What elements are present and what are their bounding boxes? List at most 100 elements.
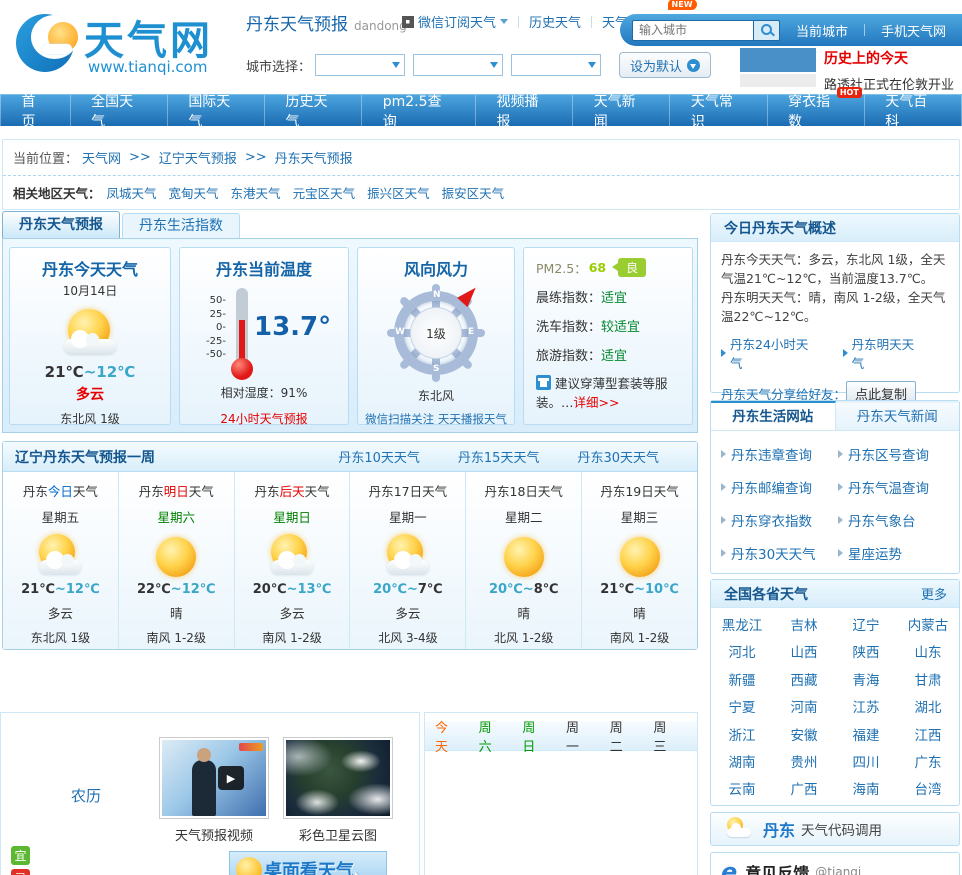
province-link[interactable]: 河南 bbox=[773, 695, 835, 722]
related-link[interactable]: 宽甸天气 bbox=[169, 183, 219, 202]
life-link[interactable]: 丹东气象台 bbox=[838, 503, 955, 536]
life-link[interactable]: 丹东邮编查询 bbox=[721, 470, 838, 503]
breadcrumb-province[interactable]: 辽宁天气预报 bbox=[159, 148, 237, 167]
nav-item-video[interactable]: 视频播报 bbox=[474, 94, 572, 130]
province-link[interactable]: 内蒙古 bbox=[897, 613, 959, 640]
day-tab-mon[interactable]: 周一 bbox=[566, 717, 588, 755]
day-tab-tue[interactable]: 周二 bbox=[610, 717, 632, 755]
history-weather-link[interactable]: 历史天气 bbox=[529, 12, 581, 31]
tianqi-logo-icon[interactable] bbox=[16, 14, 78, 74]
forecast-day-0[interactable]: 丹东今日天气 星期五 21℃~12℃ 多云 东北风 1级 bbox=[3, 472, 118, 649]
day-tab-today[interactable]: 今天 bbox=[435, 717, 457, 755]
province-link[interactable]: 河北 bbox=[711, 640, 773, 667]
life-link[interactable]: 丹东穿衣指数 bbox=[721, 503, 838, 536]
play-icon[interactable] bbox=[218, 766, 244, 790]
forecast-day-1[interactable]: 丹东明日天气 星期六 22℃~12℃ 晴 南风 1-2级 bbox=[117, 472, 234, 649]
life-link[interactable]: 星座运势 bbox=[838, 536, 955, 569]
province-link[interactable]: 黑龙江 bbox=[711, 613, 773, 640]
related-link[interactable]: 元宝区天气 bbox=[293, 183, 356, 202]
tab-weather-news[interactable]: 丹东天气新闻 bbox=[835, 401, 959, 430]
day-tab-wed[interactable]: 周三 bbox=[653, 717, 675, 755]
province-link[interactable]: 福建 bbox=[835, 723, 897, 750]
forecast-day-4[interactable]: 丹东18日天气 星期二 20℃~8℃ 晴 北风 1-2级 bbox=[465, 472, 582, 649]
nav-item-news[interactable]: 天气新闻 bbox=[572, 94, 669, 130]
forecast-10day-link[interactable]: 丹东10天天气 bbox=[338, 447, 420, 466]
province-link[interactable]: 海南 bbox=[835, 777, 897, 804]
province-link[interactable]: 吉林 bbox=[773, 613, 835, 640]
tab-life-index[interactable]: 丹东生活指数 bbox=[122, 213, 240, 238]
detail-link[interactable]: 详细>> bbox=[574, 395, 620, 410]
nav-item-home[interactable]: 首页 bbox=[0, 94, 70, 130]
tomorrow-link[interactable]: 丹东明天天气 bbox=[842, 334, 923, 372]
life-link[interactable]: 丹东30天天气 bbox=[721, 536, 838, 569]
province-link[interactable]: 浙江 bbox=[711, 723, 773, 750]
nav-item-international[interactable]: 国际天气 bbox=[166, 94, 264, 130]
feedback-bar[interactable]: e 意见反馈 @tianqi bbox=[710, 852, 960, 875]
province-link[interactable]: 广东 bbox=[897, 750, 959, 777]
district-select[interactable] bbox=[511, 54, 602, 76]
province-link[interactable]: 辽宁 bbox=[835, 613, 897, 640]
day-tab-sun[interactable]: 周日 bbox=[522, 717, 544, 755]
province-select[interactable] bbox=[315, 54, 406, 76]
tab-life-sites[interactable]: 丹东生活网站 bbox=[711, 401, 836, 430]
lunar-calendar-link[interactable]: 农历 bbox=[71, 785, 101, 806]
province-link[interactable]: 湖南 bbox=[711, 750, 773, 777]
province-link[interactable]: 宁夏 bbox=[711, 695, 773, 722]
wechat-subscribe-link[interactable]: 微信订阅天气 bbox=[402, 12, 509, 31]
forecast-15day-link[interactable]: 丹东15天天气 bbox=[458, 447, 540, 466]
forecast-day-3[interactable]: 丹东17日天气 星期一 20℃~7℃ 多云 北风 3-4级 bbox=[349, 472, 466, 649]
life-link[interactable]: 丹东区号查询 bbox=[838, 437, 955, 470]
forecast-day-2[interactable]: 丹东后天天气 星期日 20℃~13℃ 多云 南风 1-2级 bbox=[233, 472, 350, 649]
nav-item-national[interactable]: 全国天气 bbox=[69, 94, 167, 130]
more-link[interactable]: 更多 bbox=[921, 584, 947, 603]
nav-item-knowledge[interactable]: 天气常识 bbox=[669, 94, 766, 130]
province-link[interactable]: 云南 bbox=[711, 777, 773, 804]
province-link[interactable]: 贵州 bbox=[773, 750, 835, 777]
city-search-input[interactable] bbox=[632, 19, 754, 41]
nav-item-pm25[interactable]: pm2.5查询 bbox=[361, 94, 475, 130]
province-link[interactable]: 江西 bbox=[897, 723, 959, 750]
forecast-30day-link[interactable]: 丹东30天天气 bbox=[577, 447, 659, 466]
province-link[interactable]: 四川 bbox=[835, 750, 897, 777]
weather-video-thumbnail[interactable] bbox=[159, 737, 269, 819]
history-title[interactable]: 历史上的今天 bbox=[824, 48, 956, 68]
province-link[interactable]: 新疆 bbox=[711, 668, 773, 695]
related-link[interactable]: 振兴区天气 bbox=[367, 183, 430, 202]
province-link[interactable]: 山东 bbox=[897, 640, 959, 667]
nav-item-dressing[interactable]: 穿衣指数 HOT bbox=[766, 87, 864, 130]
hourly-link[interactable]: 丹东24小时天气 bbox=[721, 334, 817, 372]
satellite-thumbnail[interactable] bbox=[283, 737, 393, 819]
weather-code-bar[interactable]: 丹东 天气代码调用 bbox=[710, 812, 960, 846]
current-city-link[interactable]: 当前城市 bbox=[796, 21, 848, 40]
province-link[interactable]: 西藏 bbox=[773, 668, 835, 695]
forecast-day-5[interactable]: 丹东19日天气 星期三 21℃~10℃ 晴 南风 1-2级 bbox=[581, 472, 697, 649]
province-link[interactable]: 山西 bbox=[773, 640, 835, 667]
province-link[interactable]: 台湾 bbox=[897, 777, 959, 804]
province-link[interactable]: 湖北 bbox=[897, 695, 959, 722]
mobile-site-link[interactable]: 手机天气网 bbox=[881, 21, 946, 40]
day-tab-sat[interactable]: 周六 bbox=[479, 717, 501, 755]
search-button[interactable] bbox=[754, 19, 780, 41]
province-link[interactable]: 青海 bbox=[835, 668, 897, 695]
wechat-scan-link[interactable]: 微信扫描关注 天天播报天气 bbox=[365, 411, 507, 427]
province-link[interactable]: 安徽 bbox=[773, 723, 835, 750]
site-url[interactable]: www.tianqi.com bbox=[88, 58, 207, 76]
province-link[interactable]: 广西 bbox=[773, 777, 835, 804]
life-link[interactable]: 丹东气温查询 bbox=[838, 470, 955, 503]
province-link[interactable]: 陕西 bbox=[835, 640, 897, 667]
arrow-right-icon bbox=[721, 515, 726, 524]
breadcrumb-home[interactable]: 天气网 bbox=[82, 148, 121, 167]
province-link[interactable]: 江苏 bbox=[835, 695, 897, 722]
desktop-weather-banner[interactable]: 桌面看天气 bbox=[229, 851, 387, 875]
province-link[interactable]: 甘肃 bbox=[897, 668, 959, 695]
nav-item-wiki[interactable]: 天气百科 bbox=[863, 94, 962, 130]
set-default-button[interactable]: 设为默认 bbox=[619, 52, 712, 78]
tab-weather-forecast[interactable]: 丹东天气预报 bbox=[2, 211, 120, 238]
life-link[interactable]: 丹东违章查询 bbox=[721, 437, 838, 470]
nav-item-history[interactable]: 历史天气 bbox=[264, 94, 361, 130]
hourly-forecast-link[interactable]: 24小时天气预报 bbox=[220, 410, 307, 427]
related-link[interactable]: 东港天气 bbox=[231, 183, 281, 202]
related-link[interactable]: 振安区天气 bbox=[442, 183, 505, 202]
related-link[interactable]: 凤城天气 bbox=[107, 183, 157, 202]
city-select[interactable] bbox=[413, 54, 504, 76]
